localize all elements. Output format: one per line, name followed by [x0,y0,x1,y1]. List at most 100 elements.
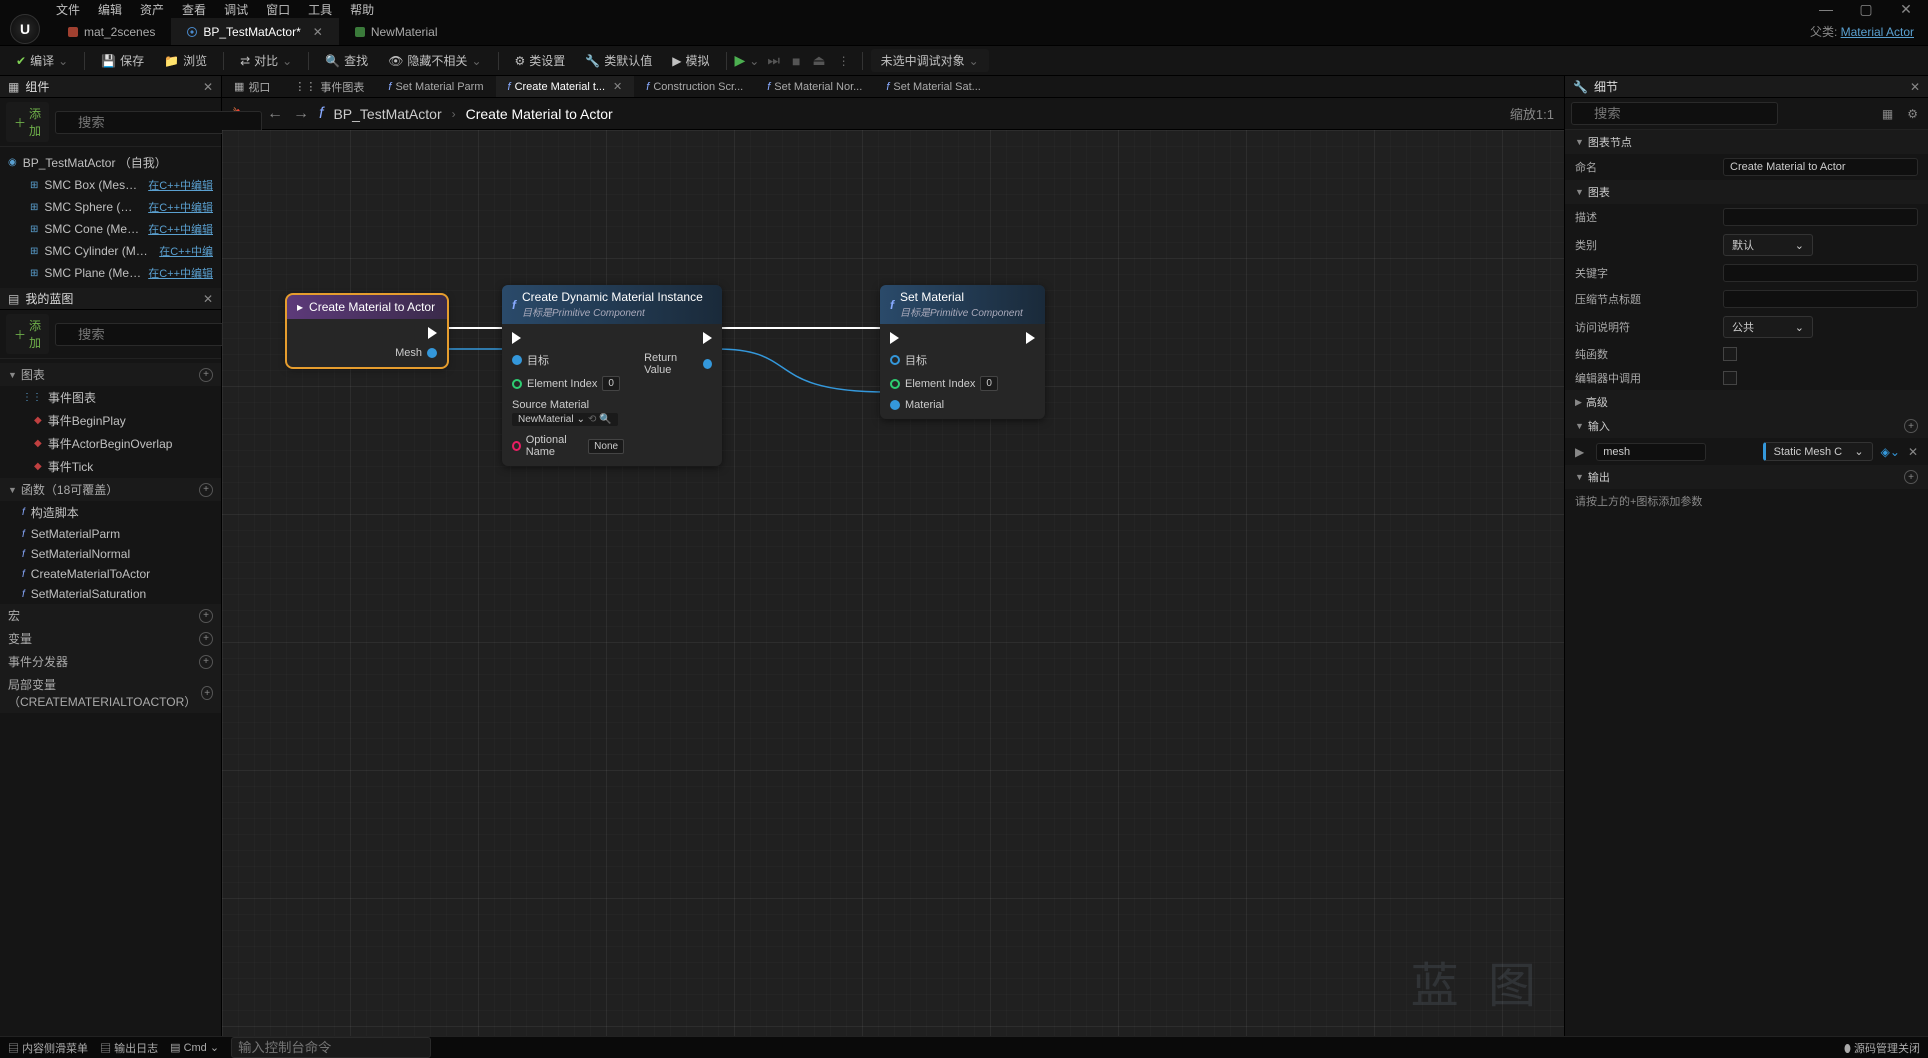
content-drawer-button[interactable]: ▤ 内容侧滑菜单 [8,1040,88,1056]
input-type-dropdown[interactable]: Static Mesh C⌄ [1763,442,1873,461]
edit-cpp-link[interactable]: 在C++中编辑 [148,199,213,215]
functions-section[interactable]: ▼函数（18可覆盖）+ [0,478,221,501]
components-panel-header[interactable]: ▦ 组件 ✕ [0,76,221,98]
element-index-pin[interactable]: Element Index0 [890,376,998,391]
source-material-pin[interactable]: Source Material NewMaterial⌄ ⟲ 🔍 [512,399,624,426]
component-item[interactable]: ⊞SMC Cone (MeshCone)在C++中编辑 [0,218,221,240]
exec-out-pin[interactable] [1026,332,1035,344]
cmd-selector[interactable]: ▤ Cmd ⌄ [170,1041,219,1054]
component-root[interactable]: ◉BP_TestMatActor （自我） [0,151,221,174]
diff-button[interactable]: ⇄对比⌄ [232,48,300,73]
add-variable-button[interactable]: + [199,632,213,646]
details-panel-header[interactable]: 🔧 细节 ✕ [1565,76,1928,98]
target-pin[interactable]: 目标 [512,352,624,368]
section-graph[interactable]: ▼图表 [1565,180,1928,204]
menu-help[interactable]: 帮助 [350,1,374,18]
find-button[interactable]: 🔍查找 [317,48,376,73]
myblueprint-panel-header[interactable]: ▤ 我的蓝图 ✕ [0,288,221,310]
menu-file[interactable]: 文件 [56,1,80,18]
add-dispatcher-button[interactable]: + [199,655,213,669]
save-button[interactable]: 💾保存 [93,48,152,73]
tab-bptestmatactor[interactable]: BP_TestMatActor* ✕ [171,18,338,45]
menu-asset[interactable]: 资产 [140,1,164,18]
edit-cpp-link[interactable]: 在C++中编辑 [148,221,213,237]
details-search-input[interactable] [1571,102,1778,125]
add-macro-button[interactable]: + [199,609,213,623]
component-item[interactable]: ⊞SMC Cylinder (MeshCylinder)在C++中编 [0,240,221,262]
menu-view[interactable]: 查看 [182,1,206,18]
add-localvar-button[interactable]: + [201,686,213,700]
node-create-dynamic-material[interactable]: f Create Dynamic Material Instance 目标是Pr… [502,285,722,466]
close-icon[interactable]: ✕ [203,80,213,94]
play-button[interactable]: ▶ [735,52,746,69]
tab-set-material-sat[interactable]: fSet Material Sat... [874,76,993,97]
output-log-button[interactable]: ▤ 输出日志 [100,1040,158,1056]
exec-out-pin[interactable] [428,327,437,339]
add-graph-button[interactable]: + [199,368,213,382]
menu-edit[interactable]: 编辑 [98,1,122,18]
tab-viewport[interactable]: ▦视口 [222,76,282,97]
event-item[interactable]: ◆事件ActorBeginOverlap [0,432,221,455]
gear-icon[interactable]: ⚙ [1903,107,1922,121]
tab-construction-script[interactable]: fConstruction Scr... [634,76,755,97]
function-item[interactable]: fSetMaterialNormal [0,544,221,564]
event-item[interactable]: ◆事件Tick [0,455,221,478]
window-maximize[interactable]: ▢ [1852,1,1880,18]
remove-input-icon[interactable]: ✕ [1908,445,1918,459]
component-item[interactable]: ⊞SMC Box (MeshBox)在C++中编辑 [0,174,221,196]
target-pin[interactable]: 目标 [890,352,998,368]
class-settings-button[interactable]: ⚙类设置 [507,48,574,73]
nav-back[interactable]: ← [267,105,283,123]
section-inputs[interactable]: ▼输入+ [1565,414,1928,438]
tab-newmaterial[interactable]: NewMaterial [339,18,454,45]
eject-button[interactable]: ⏏ [808,52,829,69]
source-material-dropdown[interactable]: NewMaterial⌄ ⟲ 🔍 [512,413,618,426]
node-entry[interactable]: ▸ Create Material to Actor Mesh [287,295,447,367]
component-item[interactable]: ⊞SMC Plane (MeshPlane)在C++中编辑 [0,262,221,284]
add-mybp-button[interactable]: ＋添加 [6,314,49,354]
compact-title-input[interactable] [1723,290,1918,308]
variables-section[interactable]: 变量+ [0,627,221,650]
section-graph-node[interactable]: ▼图表节点 [1565,130,1928,154]
stop-button[interactable]: ■ [788,53,804,69]
function-item[interactable]: fSetMaterialParm [0,524,221,544]
menu-tools[interactable]: 工具 [308,1,332,18]
localvars-section[interactable]: 局部变量（CREATEMATERIALTOACTOR）+ [0,673,221,713]
function-item[interactable]: fCreateMaterialToActor [0,564,221,584]
keywords-input[interactable] [1723,264,1918,282]
source-control-status[interactable]: ⬮ 源码管理关闭 [1844,1040,1920,1056]
dispatchers-section[interactable]: 事件分发器+ [0,650,221,673]
exec-in-pin[interactable] [890,332,998,344]
menu-window[interactable]: 窗口 [266,1,290,18]
material-pin[interactable]: Material [890,399,998,411]
macros-section[interactable]: 宏+ [0,604,221,627]
skip-button[interactable]: ⏭ [763,52,784,69]
tab-create-material[interactable]: fCreate Material t...✕ [496,76,635,97]
browse-button[interactable]: 📁浏览 [156,48,215,73]
nav-forward[interactable]: → [293,105,309,123]
tab-set-material-normal[interactable]: fSet Material Nor... [755,76,874,97]
section-advanced[interactable]: ▶高级 [1565,390,1928,414]
add-component-button[interactable]: ＋添加 [6,102,49,142]
mesh-out-pin[interactable]: Mesh [395,347,437,359]
exec-in-pin[interactable] [512,332,624,344]
close-icon[interactable]: ✕ [313,25,323,39]
add-input-button[interactable]: + [1904,419,1918,433]
pure-checkbox[interactable] [1723,347,1737,361]
description-input[interactable] [1723,208,1918,226]
return-value-pin[interactable]: Return Value [644,352,712,376]
element-index-pin[interactable]: Element Index0 [512,376,624,391]
pin-type-icon[interactable]: ◈⌄ [1881,445,1900,459]
menu-debug[interactable]: 调试 [224,1,248,18]
category-dropdown[interactable]: 默认⌄ [1723,234,1813,256]
edit-cpp-link[interactable]: 在C++中编辑 [148,265,213,281]
optional-name-pin[interactable]: Optional NameNone [512,434,624,458]
node-set-material[interactable]: f Set Material 目标是Primitive Component 目标… [880,285,1045,419]
tab-mat2scenes[interactable]: mat_2scenes [52,18,171,45]
event-item[interactable]: ◆事件BeginPlay [0,409,221,432]
debug-target-dropdown[interactable]: 未选中调试对象⌄ [871,49,989,72]
add-output-button[interactable]: + [1904,470,1918,484]
hide-unrelated-button[interactable]: 👁隐藏不相关⌄ [380,48,489,73]
edit-cpp-link[interactable]: 在C++中编 [159,243,213,259]
tab-set-material-parm[interactable]: fSet Material Parm [376,76,495,97]
